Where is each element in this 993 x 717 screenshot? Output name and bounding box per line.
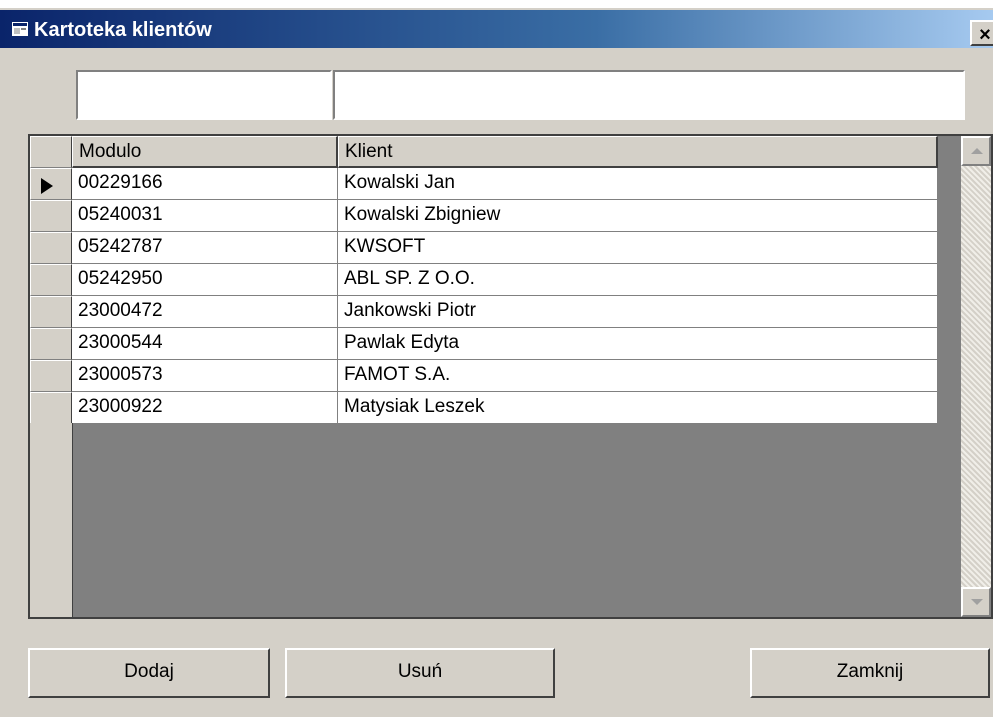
table-row[interactable]: 23000544 Pawlak Edyta: [30, 328, 938, 361]
row-selector[interactable]: [30, 360, 72, 392]
column-header-modulo[interactable]: Modulo: [72, 136, 338, 168]
row-selector[interactable]: [30, 392, 72, 424]
cell-modulo[interactable]: 23000573: [72, 360, 338, 392]
row-pointer-icon: [41, 178, 53, 194]
cell-modulo[interactable]: 23000922: [72, 392, 338, 424]
title-bar[interactable]: Kartoteka klientów ×: [0, 10, 993, 48]
cell-modulo[interactable]: 23000544: [72, 328, 338, 360]
modulo-filter-input[interactable]: [76, 70, 332, 120]
cell-modulo[interactable]: 00229166: [72, 168, 338, 200]
table-row[interactable]: 23000472 Jankowski Piotr: [30, 296, 938, 329]
cell-client[interactable]: Matysiak Leszek: [338, 392, 938, 424]
scroll-up-button[interactable]: [961, 136, 991, 166]
scroll-down-button[interactable]: [961, 587, 991, 617]
row-selector[interactable]: [30, 296, 72, 328]
header-selector-cell: [30, 136, 72, 168]
row-selector[interactable]: [30, 264, 72, 296]
vertical-scrollbar[interactable]: [961, 136, 991, 617]
window-icon: [12, 22, 28, 36]
table-row[interactable]: 05242787 KWSOFT: [30, 232, 938, 265]
table-row[interactable]: 23000922 Matysiak Leszek: [30, 392, 938, 425]
cell-client[interactable]: Jankowski Piotr: [338, 296, 938, 328]
cell-client[interactable]: Kowalski Jan: [338, 168, 938, 200]
table-row[interactable]: 00229166 Kowalski Jan: [30, 168, 938, 201]
window-title: Kartoteka klientów: [34, 19, 212, 41]
cell-client[interactable]: ABL SP. Z O.O.: [338, 264, 938, 296]
cell-modulo[interactable]: 05242787: [72, 232, 338, 264]
empty-selector-column: [30, 423, 73, 617]
table-row[interactable]: 05240031 Kowalski Zbigniew: [30, 200, 938, 233]
arrow-down-icon: [971, 599, 983, 605]
row-selector[interactable]: [30, 200, 72, 232]
table-row[interactable]: 23000573 FAMOT S.A.: [30, 360, 938, 393]
cell-modulo[interactable]: 05240031: [72, 200, 338, 232]
cell-client[interactable]: FAMOT S.A.: [338, 360, 938, 392]
row-selector[interactable]: [30, 232, 72, 264]
cell-client[interactable]: Pawlak Edyta: [338, 328, 938, 360]
row-selector[interactable]: [30, 168, 72, 200]
close-button[interactable]: Zamknij: [750, 648, 990, 698]
table-row[interactable]: 05242950 ABL SP. Z O.O.: [30, 264, 938, 297]
arrow-up-icon: [971, 148, 983, 154]
add-button[interactable]: Dodaj: [28, 648, 270, 698]
close-window-button[interactable]: ×: [970, 20, 993, 46]
cell-client[interactable]: Kowalski Zbigniew: [338, 200, 938, 232]
client-filter-input[interactable]: [333, 70, 965, 120]
cell-modulo[interactable]: 05242950: [72, 264, 338, 296]
delete-button[interactable]: Usuń: [285, 648, 555, 698]
clients-grid[interactable]: Modulo Klient 00229166 Kowalski Jan 0524…: [28, 134, 993, 619]
cell-modulo[interactable]: 23000472: [72, 296, 338, 328]
column-header-client[interactable]: Klient: [338, 136, 938, 168]
grid-header-row: Modulo Klient: [30, 136, 938, 169]
row-selector[interactable]: [30, 328, 72, 360]
cell-client[interactable]: KWSOFT: [338, 232, 938, 264]
